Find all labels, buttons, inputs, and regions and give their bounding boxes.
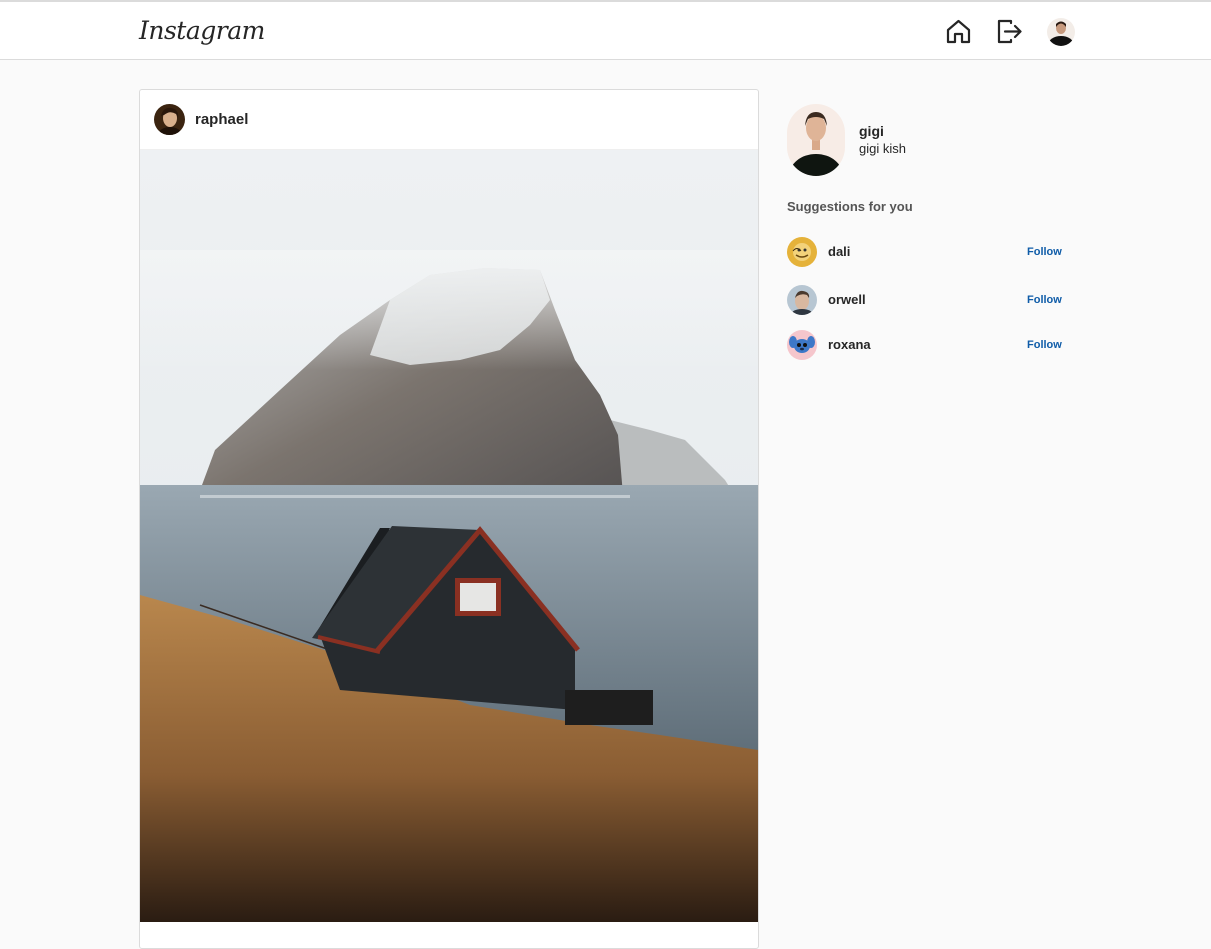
top-navbar: Instagram bbox=[0, 0, 1211, 60]
suggestion-avatar-roxana[interactable] bbox=[787, 330, 817, 360]
suggestion-username[interactable]: roxana bbox=[828, 337, 871, 352]
suggestion-username[interactable]: orwell bbox=[828, 292, 866, 307]
follow-button[interactable]: Follow bbox=[1027, 294, 1062, 306]
current-user-avatar[interactable] bbox=[787, 104, 845, 176]
suggestion-avatar-orwell[interactable] bbox=[787, 285, 817, 315]
current-user-fullname: gigi kish bbox=[859, 141, 906, 156]
suggestion-username[interactable]: dali bbox=[828, 244, 850, 259]
logout-icon[interactable] bbox=[996, 18, 1023, 45]
suggestion-item: roxana Follow bbox=[787, 330, 1062, 362]
follow-button[interactable]: Follow bbox=[1027, 339, 1062, 351]
post-header: raphael bbox=[140, 90, 758, 150]
suggestion-avatar-dali[interactable] bbox=[787, 237, 817, 267]
home-icon[interactable] bbox=[945, 18, 972, 45]
profile-avatar[interactable] bbox=[1047, 18, 1075, 46]
post-author-avatar[interactable] bbox=[154, 104, 185, 135]
suggestions-title: Suggestions for you bbox=[787, 199, 913, 214]
suggestion-item: dali Follow bbox=[787, 237, 1062, 269]
instagram-logo[interactable]: Instagram bbox=[139, 16, 265, 45]
post-author-username[interactable]: raphael bbox=[195, 111, 248, 128]
follow-button[interactable]: Follow bbox=[1027, 246, 1062, 258]
post-card: raphael bbox=[139, 89, 759, 949]
current-user-username[interactable]: gigi bbox=[859, 123, 884, 139]
post-image bbox=[140, 150, 758, 922]
suggestion-item: orwell Follow bbox=[787, 285, 1062, 317]
